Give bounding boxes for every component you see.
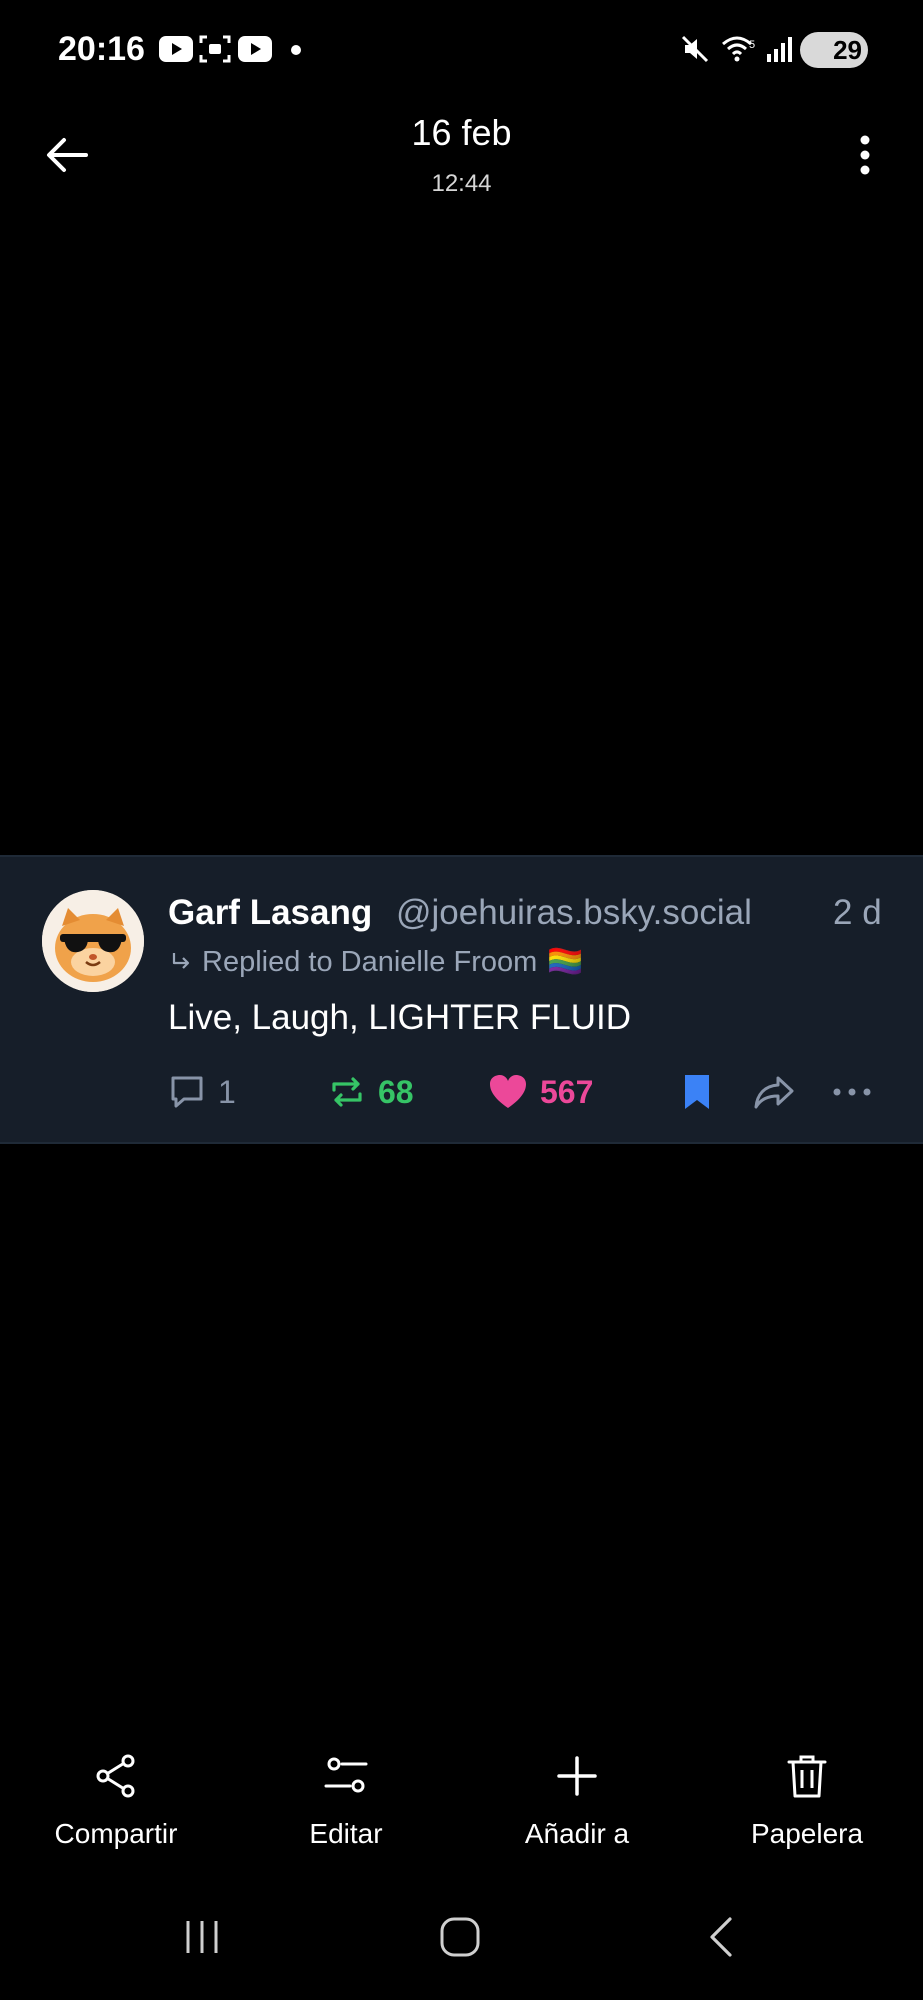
system-back-icon[interactable] (700, 1915, 744, 1959)
heart-icon (490, 1075, 526, 1108)
home-icon[interactable] (438, 1915, 482, 1959)
svg-text:5: 5 (749, 39, 755, 51)
battery-level: 29 (833, 34, 862, 65)
header-date: 16 feb (411, 112, 512, 153)
like-button[interactable]: 567 (488, 1070, 593, 1114)
header-time: 12:44 (431, 170, 492, 197)
dot-icon (291, 45, 301, 55)
recent-apps-icon[interactable] (180, 1915, 224, 1959)
repost-count: 68 (378, 1073, 414, 1110)
repost-icon (332, 1077, 362, 1107)
comment-icon (171, 1076, 203, 1108)
battery-icon: 29 (800, 32, 868, 68)
bookmark-icon (685, 1075, 709, 1109)
edit-icon (324, 1757, 368, 1793)
pride-flag-emoji: 🏳️‍🌈 (547, 946, 584, 978)
youtube-icon (238, 36, 272, 62)
like-count: 567 (540, 1073, 594, 1110)
reply-count: 1 (218, 1073, 236, 1110)
wifi-icon: 5 (722, 36, 755, 62)
author-handle[interactable]: @joehuiras.bsky.social (396, 893, 752, 933)
add-to-action-button[interactable]: Añadir a (477, 1752, 677, 1850)
youtube-icon (159, 36, 193, 62)
edit-label: Editar (309, 1818, 383, 1849)
post-more-button[interactable] (830, 1070, 874, 1114)
author-name[interactable]: Garf Lasang (168, 893, 372, 933)
post-age: 2 d (833, 893, 882, 932)
share-action-button[interactable]: Compartir (16, 1752, 216, 1850)
post-text: Live, Laugh, LIGHTER FLUID (168, 998, 631, 1037)
trash-icon (787, 1755, 827, 1798)
plus-icon (557, 1756, 597, 1796)
trash-label: Papelera (750, 1818, 864, 1849)
share-icon (96, 1754, 135, 1798)
bookmark-button[interactable] (680, 1070, 714, 1114)
share-label: Compartir (54, 1818, 178, 1849)
status-time: 20:16 (58, 30, 145, 68)
reply-arrow-icon (172, 953, 190, 969)
reply-context[interactable]: Replied to Danielle Froom 🏳️‍🌈 (170, 945, 583, 979)
trash-action-button[interactable]: Papelera (707, 1752, 907, 1850)
edit-action-button[interactable]: Editar (246, 1752, 446, 1850)
avatar[interactable] (42, 890, 144, 992)
repost-button[interactable]: 68 (328, 1070, 414, 1114)
screen-record-icon (199, 35, 231, 63)
add-to-label: Añadir a (524, 1818, 630, 1849)
reply-button[interactable]: 1 (168, 1070, 236, 1114)
mute-icon (681, 35, 709, 63)
more-horizontal-icon (833, 1088, 871, 1096)
share-arrow-icon (754, 1076, 794, 1109)
reply-to-text: Replied to Danielle Froom (202, 945, 538, 978)
garfield-avatar-image (42, 890, 144, 992)
signal-icon (767, 37, 792, 62)
more-options-icon[interactable] (848, 128, 882, 182)
share-post-button[interactable] (752, 1070, 796, 1114)
